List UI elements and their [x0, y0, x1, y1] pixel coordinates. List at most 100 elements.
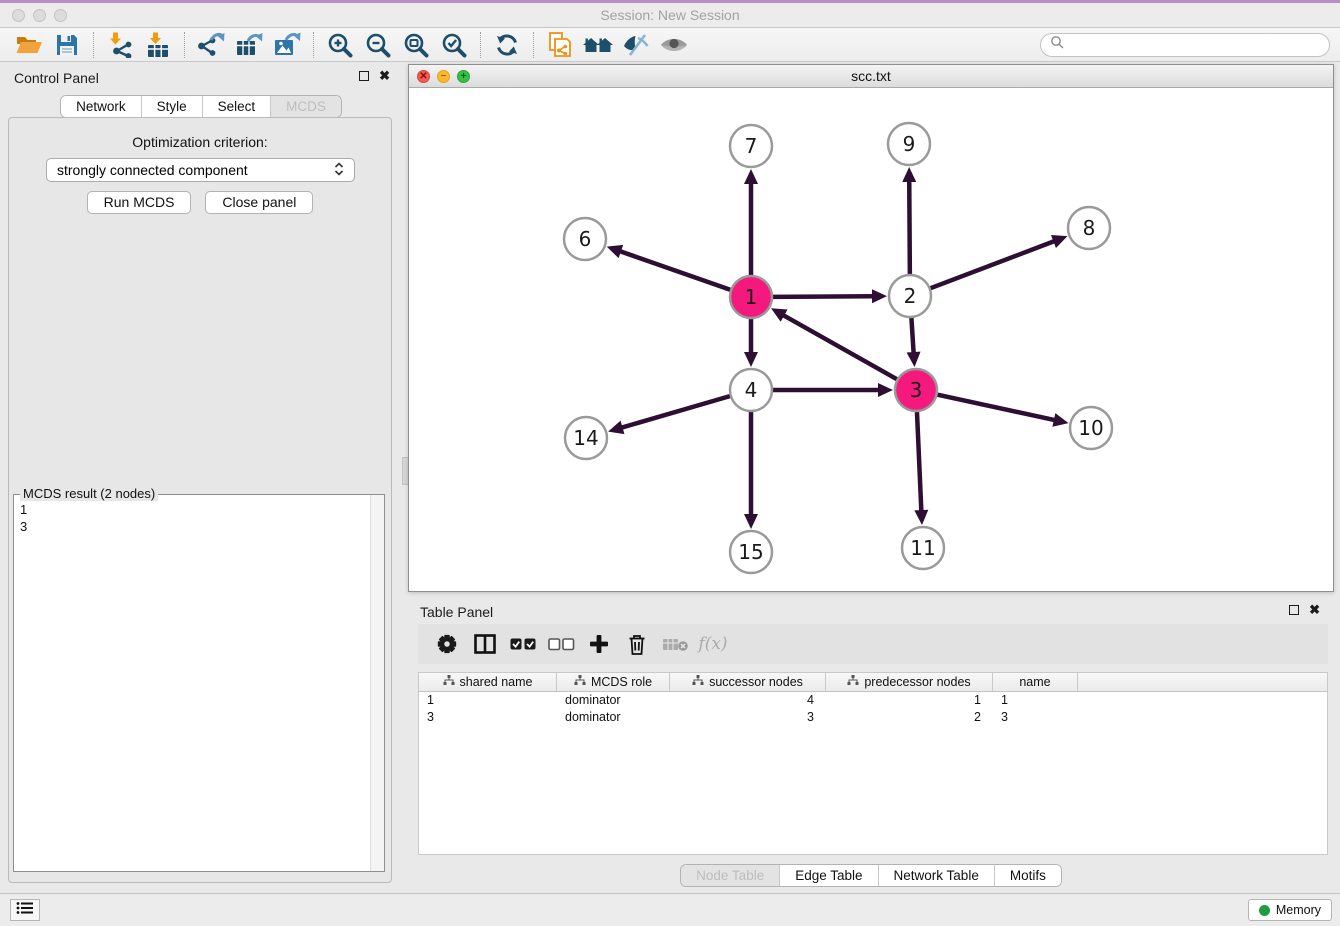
network-canvas[interactable]: 7 9 6 8 1 2 4 3 14 10 15 11 [409, 88, 1333, 591]
graph-edge-1-7[interactable] [744, 169, 758, 275]
split-panel-icon[interactable] [466, 628, 504, 660]
zoom-selected-icon[interactable] [435, 30, 473, 60]
table-cell: 3 [670, 709, 826, 726]
zoom-out-icon[interactable] [359, 30, 397, 60]
tab-style[interactable]: Style [141, 96, 202, 117]
graph-node-4[interactable]: 4 [730, 369, 772, 411]
refresh-layout-icon[interactable] [488, 30, 526, 60]
graph-edge-3-1[interactable] [771, 308, 897, 379]
graph-edge-2-8[interactable] [931, 235, 1068, 288]
graph-edge-3-11[interactable] [914, 412, 928, 525]
graph-node-2[interactable]: 2 [889, 275, 931, 317]
deselect-all-columns-icon[interactable] [542, 628, 580, 660]
column-header-predecessor-nodes[interactable]: predecessor nodes [826, 673, 993, 691]
select-all-columns-icon[interactable] [504, 628, 542, 660]
graph-edge-2-3[interactable] [907, 318, 921, 367]
column-header-shared-name[interactable]: shared name [419, 673, 557, 691]
column-header-name[interactable]: name [993, 673, 1078, 691]
home-view-icon[interactable] [579, 30, 617, 60]
graph-node-14[interactable]: 14 [565, 417, 607, 459]
export-network-icon[interactable] [192, 30, 230, 60]
open-file-icon[interactable] [10, 30, 48, 60]
graph-edge-1-6[interactable] [607, 245, 731, 290]
graph-edge-4-15[interactable] [744, 412, 758, 529]
result-scrollbar[interactable] [370, 495, 384, 871]
network-clone-icon[interactable] [541, 30, 579, 60]
column-header-MCDS-role[interactable]: MCDS role [557, 673, 670, 691]
mcds-panel: Optimization criterion: strongly connect… [8, 117, 392, 883]
save-session-icon[interactable] [48, 30, 86, 60]
run-mcds-button[interactable]: Run MCDS [87, 191, 192, 214]
graph-node-1[interactable]: 1 [730, 276, 772, 318]
criterion-dropdown[interactable]: strongly connected component [46, 158, 355, 182]
column-header-label: MCDS role [591, 675, 652, 689]
graph-edge-1-2[interactable] [773, 289, 887, 303]
column-header-label: successor nodes [709, 675, 803, 689]
import-table-icon[interactable] [139, 30, 177, 60]
graph-edge-4-14[interactable] [608, 396, 730, 434]
tab-select[interactable]: Select [202, 96, 271, 117]
gear-icon[interactable] [428, 628, 466, 660]
import-network-icon[interactable] [101, 30, 139, 60]
task-history-button[interactable] [10, 899, 40, 921]
sort-hierarchy-icon [692, 675, 704, 689]
svg-text:1: 1 [745, 285, 758, 309]
graph-node-7[interactable]: 7 [730, 125, 772, 167]
table-row[interactable]: 1dominator411 [419, 692, 1327, 709]
graph-edge-4-3[interactable] [773, 383, 893, 397]
svg-text:4: 4 [745, 378, 758, 402]
toolbar-separator [313, 32, 314, 58]
graph-edge-1-4[interactable] [744, 319, 758, 367]
search-input[interactable] [1069, 37, 1320, 52]
graph-node-6[interactable]: 6 [564, 218, 606, 260]
svg-text:8: 8 [1083, 216, 1096, 240]
add-column-icon[interactable] [580, 628, 618, 660]
mcds-result-text[interactable]: 13 [14, 498, 369, 871]
table-tab-network-table[interactable]: Network Table [878, 865, 994, 886]
chevron-updown-icon [334, 162, 344, 179]
application-window: Session: New Session [0, 0, 1340, 926]
toolbar-separator [480, 32, 481, 58]
table-cell: 3 [993, 709, 1078, 726]
graph-edge-3-10[interactable] [937, 395, 1068, 427]
table-tab-edge-table[interactable]: Edge Table [779, 865, 877, 886]
control-panel: Control Panel ✖ NetworkStyleSelectMCDS O… [0, 62, 402, 890]
tab-network[interactable]: Network [61, 96, 141, 117]
status-bar: Memory [0, 893, 1340, 926]
delete-column-icon[interactable] [618, 628, 656, 660]
graph-node-15[interactable]: 15 [730, 531, 772, 573]
float-table-panel-icon[interactable] [1289, 605, 1299, 615]
zoom-in-icon[interactable] [321, 30, 359, 60]
memory-label: Memory [1276, 903, 1321, 917]
sort-hierarchy-icon [443, 675, 455, 689]
graph-node-8[interactable]: 8 [1068, 207, 1110, 249]
close-table-panel-icon[interactable]: ✖ [1309, 604, 1320, 616]
table-cell: 3 [419, 709, 557, 726]
optimization-criterion-label: Optimization criterion: [9, 134, 391, 150]
mcds-result-line: 3 [20, 518, 363, 535]
toolbar-separator [533, 32, 534, 58]
export-table-icon[interactable] [230, 30, 268, 60]
tab-mcds[interactable]: MCDS [270, 96, 341, 117]
table-row[interactable]: 3dominator323 [419, 709, 1327, 726]
close-panel-button[interactable]: Close panel [205, 191, 313, 214]
graph-edge-2-9[interactable] [902, 167, 916, 274]
table-tab-node-table[interactable]: Node Table [681, 865, 779, 886]
column-header-successor-nodes[interactable]: successor nodes [670, 673, 826, 691]
graph-node-3[interactable]: 3 [895, 369, 937, 411]
graph-node-11[interactable]: 11 [902, 527, 944, 569]
memory-button[interactable]: Memory [1248, 899, 1332, 921]
table-tab-motifs[interactable]: Motifs [994, 865, 1061, 886]
export-image-icon[interactable] [268, 30, 306, 60]
main-toolbar [0, 28, 1340, 62]
function-builder-icon: f(x) [694, 628, 732, 660]
graph-node-10[interactable]: 10 [1070, 407, 1112, 449]
hide-selected-icon[interactable] [617, 30, 655, 60]
svg-text:7: 7 [745, 134, 758, 158]
graph-node-9[interactable]: 9 [888, 123, 930, 165]
zoom-fit-icon[interactable] [397, 30, 435, 60]
close-panel-icon[interactable]: ✖ [379, 70, 390, 82]
table-body: 1dominator4113dominator323 [419, 692, 1327, 725]
show-all-icon[interactable] [655, 30, 693, 60]
float-panel-icon[interactable] [359, 71, 369, 81]
